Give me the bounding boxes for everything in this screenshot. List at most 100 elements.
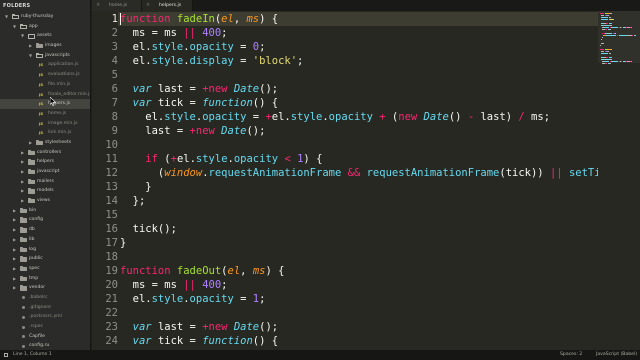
- file-icon: [22, 344, 25, 348]
- sidebar-item[interactable]: ▶ bin: [0, 206, 90, 216]
- code-line[interactable]: el.style.opacity = +el.style.opacity + (…: [120, 110, 550, 124]
- sidebar-item[interactable]: ▶ helpers: [0, 157, 90, 167]
- code-line[interactable]: el.style.display = 'block';: [120, 54, 304, 68]
- sidebar-item[interactable]: JS file.min.js: [0, 80, 90, 90]
- sidebar-item[interactable]: .postcssrc.yml: [0, 312, 90, 322]
- chevron-right-icon[interactable]: ▶: [21, 177, 26, 187]
- sidebar-item[interactable]: ▶ config: [0, 215, 90, 225]
- code-line[interactable]: el.style.opacity = 1;: [120, 292, 266, 306]
- sidebar-item-label: tmp: [29, 275, 39, 281]
- chevron-right-icon[interactable]: ▶: [13, 264, 18, 274]
- chevron-right-icon[interactable]: ▶: [13, 274, 18, 284]
- sidebar-item[interactable]: Capfile: [0, 332, 90, 342]
- code-token: (: [385, 111, 399, 123]
- code-line[interactable]: (window.requestAnimationFrame && request…: [120, 166, 598, 180]
- code-line[interactable]: ms = ms || 400;: [120, 26, 228, 40]
- sidebar-item[interactable]: .gitignore: [0, 303, 90, 313]
- code-token: ms = ms: [120, 27, 184, 39]
- code-line[interactable]: }: [120, 236, 126, 250]
- chevron-right-icon[interactable]: ▶: [21, 167, 26, 177]
- sidebar-item[interactable]: JS helpers.js: [0, 99, 90, 109]
- sidebar-item[interactable]: JS application.js: [0, 60, 90, 70]
- code-line[interactable]: ms = ms || 400;: [120, 278, 228, 292]
- chevron-down-icon[interactable]: ▼: [21, 31, 26, 41]
- chevron-right-icon[interactable]: ▶: [29, 41, 34, 51]
- sidebar-item[interactable]: ▼ ruby-thursday: [0, 12, 90, 22]
- code-line[interactable]: var tick = function() {: [120, 96, 278, 110]
- code-line[interactable]: tick();: [120, 222, 177, 236]
- sidebar-item[interactable]: ▶ public: [0, 254, 90, 264]
- close-icon[interactable]: ×: [146, 0, 150, 11]
- chevron-right-icon[interactable]: ▶: [13, 254, 18, 264]
- code-token: tick =: [151, 97, 203, 109]
- sidebar-item[interactable]: ▶ tmp: [0, 274, 90, 284]
- chevron-right-icon[interactable]: ▶: [13, 245, 18, 255]
- chevron-right-icon[interactable]: ▶: [13, 215, 18, 225]
- sidebar-item[interactable]: ▶ spec: [0, 264, 90, 274]
- chevron-right-icon[interactable]: ▶: [13, 235, 18, 245]
- sidebar-item[interactable]: JS link.min.js: [0, 128, 90, 138]
- folder-icon: [36, 53, 43, 59]
- chevron-down-icon[interactable]: ▼: [5, 12, 10, 22]
- sidebar-item[interactable]: ▶ images: [0, 41, 90, 51]
- sidebar-item[interactable]: JS image.min.js: [0, 119, 90, 129]
- code-line[interactable]: var last = +new Date();: [120, 320, 278, 334]
- chevron-down-icon[interactable]: ▼: [29, 51, 34, 61]
- sidebar-item[interactable]: .babelrc: [0, 293, 90, 303]
- chevron-right-icon[interactable]: ▶: [13, 225, 18, 235]
- code-token: ,: [233, 13, 247, 25]
- sidebar-item[interactable]: ▶ db: [0, 225, 90, 235]
- code-token: fadeIn: [176, 13, 215, 25]
- sidebar-item[interactable]: ▼ assets: [0, 31, 90, 41]
- syntax-selector[interactable]: JavaScript (Babel): [596, 350, 637, 360]
- line-number: 9: [111, 125, 118, 137]
- code-line[interactable]: last = +new Date();: [120, 124, 265, 138]
- sidebar-item[interactable]: ▼ javascripts: [0, 51, 90, 61]
- sidebar-item[interactable]: ▶ stylesheets: [0, 138, 90, 148]
- sidebar-item-label: controllers: [37, 149, 62, 155]
- chevron-right-icon[interactable]: ▶: [21, 148, 26, 158]
- code-editor[interactable]: 1234567891011121314151617181920212223242…: [92, 11, 640, 350]
- sidebar-item[interactable]: JS evaluations.js: [0, 70, 90, 80]
- code-line[interactable]: function fadeIn(el, ms) {: [120, 12, 278, 26]
- tab-home-js[interactable]: × home.js: [92, 0, 142, 11]
- sidebar-item[interactable]: ▶ log: [0, 245, 90, 255]
- chevron-right-icon[interactable]: ▶: [21, 157, 26, 167]
- code-area[interactable]: function fadeIn(el, ms) { ms = ms || 400…: [120, 11, 598, 350]
- indentation-setting[interactable]: Spaces: 2: [560, 350, 582, 360]
- sidebar-item[interactable]: .rspec: [0, 322, 90, 332]
- sidebar-item[interactable]: ▶ lib: [0, 235, 90, 245]
- code-token: var: [132, 321, 152, 333]
- sidebar-item[interactable]: ▶ javascript: [0, 167, 90, 177]
- minimap-stroke: [600, 45, 601, 46]
- sidebar-item-label: bin: [29, 207, 37, 213]
- code-line[interactable]: if (+el.style.opacity < 1) {: [120, 152, 322, 166]
- chevron-down-icon[interactable]: ▼: [13, 22, 18, 32]
- chevron-right-icon[interactable]: ▶: [13, 283, 18, 293]
- js-file-icon: JS: [39, 72, 44, 78]
- code-line[interactable]: var last = +new Date();: [120, 82, 278, 96]
- sidebar-item[interactable]: JS home.js: [0, 109, 90, 119]
- chevron-right-icon[interactable]: ▶: [21, 196, 26, 206]
- sidebar-item[interactable]: config.ru: [0, 341, 90, 350]
- tab-label: home.js: [109, 3, 128, 8]
- code-line[interactable]: };: [120, 194, 146, 208]
- sidebar-item[interactable]: ▶ vendor: [0, 283, 90, 293]
- code-line[interactable]: el.style.opacity = 0;: [120, 40, 266, 54]
- minimap[interactable]: [598, 11, 640, 350]
- panel-toggle-icon[interactable]: [4, 353, 8, 357]
- code-line[interactable]: var tick = function() {: [120, 334, 278, 348]
- sidebar-item[interactable]: ▶ models: [0, 186, 90, 196]
- code-line[interactable]: }: [120, 180, 151, 194]
- sidebar-item[interactable]: ▶ views: [0, 196, 90, 206]
- sidebar-item[interactable]: ▶ controllers: [0, 148, 90, 158]
- close-icon[interactable]: ×: [96, 0, 100, 11]
- code-line[interactable]: function fadeOut(el, ms) {: [120, 264, 284, 278]
- chevron-right-icon[interactable]: ▶: [21, 186, 26, 196]
- chevron-right-icon[interactable]: ▶: [13, 206, 18, 216]
- sidebar-item[interactable]: ▼ app: [0, 22, 90, 32]
- sidebar-item[interactable]: ▶ mailers: [0, 177, 90, 187]
- chevron-right-icon[interactable]: ▶: [29, 138, 34, 148]
- tab-helpers-js[interactable]: × helpers.js: [142, 0, 193, 11]
- sidebar-item[interactable]: JS froala_editor.min.js: [0, 90, 90, 100]
